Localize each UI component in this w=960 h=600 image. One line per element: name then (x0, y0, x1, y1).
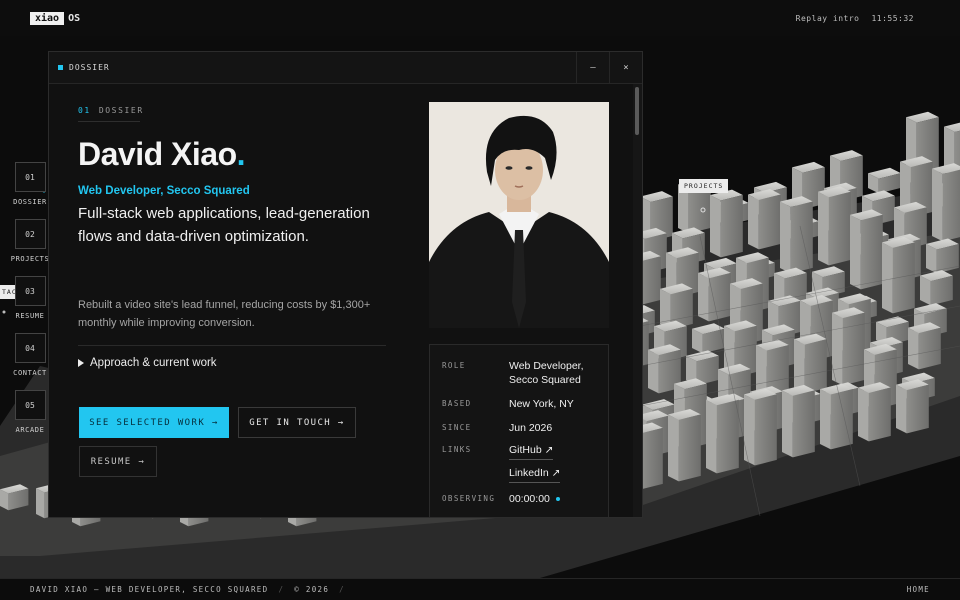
title-square-icon (58, 65, 63, 70)
github-link[interactable]: GitHub ↗ (509, 443, 554, 460)
close-button[interactable]: × (609, 52, 642, 84)
headline: Full-stack web applications, lead-genera… (78, 205, 370, 245)
footer-credit: DAVID XIAO — WEB DEVELOPER, SECCO SQUARE… (30, 585, 269, 594)
window-title: DOSSIER (69, 63, 110, 72)
footer-separator: / (339, 585, 345, 594)
since-key: SINCE (442, 423, 472, 432)
observing-key: OBSERVING (442, 494, 496, 503)
based-value: New York, NY (509, 398, 574, 410)
resume-button[interactable]: RESUME → (79, 446, 157, 477)
logo[interactable]: xiao OS (30, 11, 81, 25)
scrollbar-thumb[interactable] (635, 87, 639, 135)
approach-label: Approach & current work (90, 357, 217, 369)
scrollbar[interactable] (633, 84, 642, 517)
page-title: David Xiao. (78, 136, 246, 173)
footer: DAVID XIAO — WEB DEVELOPER, SECCO SQUARE… (0, 578, 960, 600)
clock: 11:55:32 (871, 13, 914, 23)
person-name: David Xiao (78, 136, 237, 172)
portrait-photo (429, 102, 609, 328)
nav-number: 01 (14, 162, 46, 192)
dossier-content: 01 DOSSIER David Xiao. Web Developer, Sec… (49, 84, 634, 517)
dossier-window: DOSSIER – × 01 DOSSIER David Xiao. Web De… (48, 51, 643, 518)
get-in-touch-button[interactable]: GET IN TOUCH → (238, 407, 356, 438)
based-key: BASED (442, 399, 472, 408)
footer-year: © 2026 (294, 585, 330, 594)
nav-label: ARCADE (15, 426, 45, 434)
see-selected-work-button[interactable]: SEE SELECTED WORK → (79, 407, 229, 438)
role-subtitle: Web Developer, Secco Squared (78, 185, 250, 197)
since-value: Jun 2026 (509, 422, 553, 434)
links-key: LINKS (442, 445, 472, 454)
divider (78, 345, 386, 346)
eyebrow-divider (78, 121, 140, 122)
role-value-line2: Secco Squared (509, 374, 581, 386)
top-bar: xiao OS Replay intro 11:55:32 (0, 0, 960, 36)
linkedin-link[interactable]: LinkedIn ↗ (509, 466, 561, 483)
nav-number: 03 (14, 276, 46, 306)
section-label: DOSSIER (98, 106, 144, 115)
nav-item-arcade[interactable]: 05 ARCADE (12, 390, 48, 434)
info-card: ROLE Web Developer, Secco Squared BASED … (429, 344, 609, 517)
approach-disclosure[interactable]: Approach & current work (78, 357, 217, 369)
description: Rebuilt a video site's lead funnel, redu… (78, 299, 371, 329)
nav-item-projects[interactable]: 02 PROJECTS (10, 219, 50, 263)
role-value-line1: Web Developer, (509, 360, 584, 372)
minimize-button[interactable]: – (576, 52, 609, 84)
window-titlebar[interactable]: DOSSIER – × (49, 52, 642, 84)
nav-number: 02 (14, 219, 46, 249)
nav-number: 05 (14, 390, 46, 420)
home-link[interactable]: HOME (907, 585, 930, 594)
nav-label: CONTACT (13, 369, 47, 377)
observing-timer: 00:00:00 (509, 493, 550, 505)
nav-label: DOSSIER (13, 198, 47, 206)
section-eyebrow: 01 DOSSIER (78, 106, 144, 115)
footer-separator: / (278, 585, 285, 594)
section-number: 01 (78, 106, 91, 115)
role-key: ROLE (442, 361, 466, 370)
live-dot-icon (555, 497, 560, 502)
projects-marker[interactable]: PROJECTS (679, 179, 729, 193)
replay-intro-link[interactable]: Replay intro (796, 14, 860, 23)
logo-text: OS (68, 12, 81, 24)
nav-item-resume[interactable]: 03 RESUME (12, 276, 48, 320)
logo-mark: xiao (30, 11, 65, 25)
title-dot: . (236, 136, 246, 172)
disclosure-triangle-icon (78, 359, 84, 367)
nav-label: PROJECTS (10, 255, 50, 263)
nav-item-contact[interactable]: 04 CONTACT (12, 333, 48, 377)
nav-item-dossier[interactable]: 01 DOSSIER (12, 162, 48, 206)
nav-number: 04 (14, 333, 46, 363)
nav-label: RESUME (15, 312, 45, 320)
